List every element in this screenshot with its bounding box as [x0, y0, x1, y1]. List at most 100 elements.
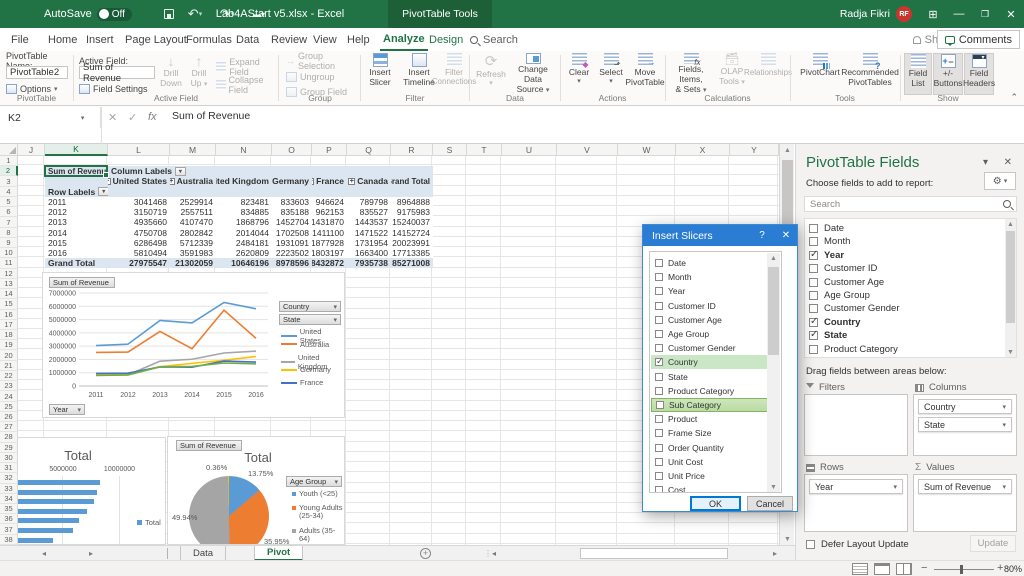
select-button[interactable]: ⬏Select▾: [596, 53, 626, 95]
pivot-column-united-states[interactable]: +United States: [108, 176, 170, 186]
rows-area[interactable]: Year▾: [804, 474, 908, 532]
column-header-V[interactable]: V: [557, 144, 618, 156]
user-account[interactable]: Radja Fikri RF: [840, 0, 912, 28]
undo-icon[interactable]: ↶▾: [184, 0, 206, 28]
expand-icon[interactable]: +: [312, 178, 314, 185]
pivot-value-cell[interactable]: 2802842: [170, 227, 216, 237]
slicer-item-customer-id[interactable]: Customer ID: [651, 299, 769, 313]
active-field-input[interactable]: Sum of Revenue: [79, 66, 155, 79]
field-item-year[interactable]: Year: [809, 249, 844, 262]
plus-minus-buttons-toggle[interactable]: +−+/-Buttons: [933, 53, 963, 95]
checkbox[interactable]: [809, 331, 818, 340]
pivot-row-label[interactable]: 2011: [45, 197, 108, 207]
field-headers-toggle[interactable]: ▾FieldHeaders: [964, 53, 994, 95]
checkbox[interactable]: [809, 224, 818, 233]
pivot-value-cell[interactable]: 1731954: [347, 238, 391, 248]
slicer-item-date[interactable]: Date: [651, 256, 769, 270]
pivot-value-cell[interactable]: 1471522: [347, 227, 391, 237]
checkbox[interactable]: [655, 387, 663, 395]
zoom-out-icon[interactable]: −: [921, 562, 927, 574]
row-header-31[interactable]: 31: [0, 463, 18, 473]
checkbox[interactable]: [655, 415, 663, 423]
fields-items-sets-button[interactable]: fxFields, Items,& Sets ▾: [667, 53, 715, 95]
legend-entry-germany[interactable]: Germany: [281, 365, 331, 374]
change-data-source-button[interactable]: Change DataSource ▾: [508, 53, 558, 95]
dialog-scroll-down-icon[interactable]: ▼: [767, 482, 780, 493]
checkbox[interactable]: [809, 318, 818, 327]
row-header-21[interactable]: 21: [0, 361, 18, 371]
select-all-corner[interactable]: [0, 144, 18, 156]
field-item-customer-id[interactable]: Customer ID: [809, 262, 877, 275]
row-header-15[interactable]: 15: [0, 299, 18, 309]
pie-chart[interactable]: Sum of RevenueTotal0.36%13.75%49.94%35.9…: [167, 436, 345, 545]
slicer-item-customer-gender[interactable]: Customer Gender: [651, 341, 769, 355]
minimize-icon[interactable]: —: [946, 0, 972, 28]
slicer-item-product-category[interactable]: Product Category: [651, 384, 769, 398]
checkbox[interactable]: [809, 237, 818, 246]
sheet-nav-right-icon[interactable]: ▸: [89, 546, 93, 561]
row-header-3[interactable]: 3: [0, 176, 18, 186]
values-area[interactable]: Sum of Revenue▾: [913, 474, 1017, 532]
insert-slicer-button[interactable]: InsertSlicer: [363, 53, 397, 95]
field-list-scroll-down-icon[interactable]: ▼: [1005, 347, 1016, 357]
chip-year[interactable]: Year▾: [809, 479, 903, 494]
pivot-value-cell[interactable]: 8964888: [391, 197, 433, 207]
checkbox[interactable]: [656, 401, 664, 409]
fields-search-input[interactable]: Search: [804, 196, 1017, 212]
pivottable-name-input[interactable]: PivotTable2: [6, 66, 68, 79]
bar[interactable]: [18, 480, 100, 485]
row-header-27[interactable]: 27: [0, 422, 18, 432]
tools-gear-button[interactable]: ⚙▾: [984, 172, 1016, 190]
row-header-36[interactable]: 36: [0, 514, 18, 524]
row-header-33[interactable]: 33: [0, 484, 18, 494]
pivot-row-label[interactable]: 2012: [45, 207, 108, 217]
pivot-value-cell[interactable]: 946624: [312, 197, 347, 207]
filter-connections-button[interactable]: FilterConnections: [439, 53, 469, 95]
normal-view-icon[interactable]: [852, 563, 868, 575]
hscroll-left-icon[interactable]: ◂: [492, 546, 496, 561]
slicer-item-cost[interactable]: Cost: [651, 483, 769, 493]
row-header-23[interactable]: 23: [0, 381, 18, 391]
zoom-slider-thumb[interactable]: [960, 565, 963, 574]
pivot-value-cell[interactable]: 1443537: [347, 217, 391, 227]
checkbox[interactable]: [655, 273, 663, 281]
pivotchart-button[interactable]: PivotChart: [798, 53, 842, 95]
olap-tools-button[interactable]: 🗃OLAPTools ▾: [717, 53, 747, 95]
field-item-month[interactable]: Month: [809, 235, 850, 248]
tab-insert[interactable]: Insert: [83, 28, 117, 51]
checkbox[interactable]: [655, 287, 663, 295]
pivot-value-cell[interactable]: 2620809: [216, 248, 272, 258]
pivot-column-united-kingdom[interactable]: +United Kingdom: [216, 176, 272, 186]
pivot-value-cell[interactable]: 1431870: [312, 217, 347, 227]
insert-function-icon[interactable]: fx: [148, 111, 157, 123]
chip-state[interactable]: State▾: [918, 417, 1012, 432]
row-header-37[interactable]: 37: [0, 524, 18, 534]
ribbon-display-options-icon[interactable]: ⊞: [920, 0, 946, 28]
checkbox[interactable]: [655, 458, 663, 466]
column-header-L[interactable]: L: [108, 144, 170, 156]
sheet-tab-pivot[interactable]: Pivot: [254, 546, 303, 561]
line-chart[interactable]: Sum of RevenueYear▾010000002000000300000…: [42, 272, 345, 418]
row-header-17[interactable]: 17: [0, 320, 18, 330]
column-header-P[interactable]: P: [312, 144, 347, 156]
pivot-value-cell[interactable]: 5810494: [108, 248, 170, 258]
legend-entry-youth-25-[interactable]: Youth (<25): [292, 490, 344, 498]
checkbox[interactable]: [655, 486, 663, 493]
slicer-item-age-group[interactable]: Age Group: [651, 327, 769, 341]
expand-icon[interactable]: +: [108, 178, 111, 185]
field-list-scroll-up-icon[interactable]: ▲: [1005, 219, 1016, 229]
row-header-1[interactable]: 1: [0, 156, 18, 166]
row-header-32[interactable]: 32: [0, 473, 18, 483]
slicer-item-customer-age[interactable]: Customer Age: [651, 313, 769, 327]
bar[interactable]: [18, 518, 79, 523]
checkbox[interactable]: [809, 251, 818, 260]
slicer-item-year[interactable]: Year: [651, 284, 769, 298]
checkbox[interactable]: [655, 344, 663, 352]
tab-formulas[interactable]: Formulas: [183, 28, 235, 51]
page-layout-view-icon[interactable]: [874, 563, 890, 575]
legend-entry-adults-35-64-[interactable]: Adults (35-64): [292, 527, 344, 544]
row-header-7[interactable]: 7: [0, 217, 18, 227]
checkbox[interactable]: [655, 373, 663, 381]
row-header-5[interactable]: 5: [0, 197, 18, 207]
tab-page-layout[interactable]: Page Layout: [122, 28, 190, 51]
